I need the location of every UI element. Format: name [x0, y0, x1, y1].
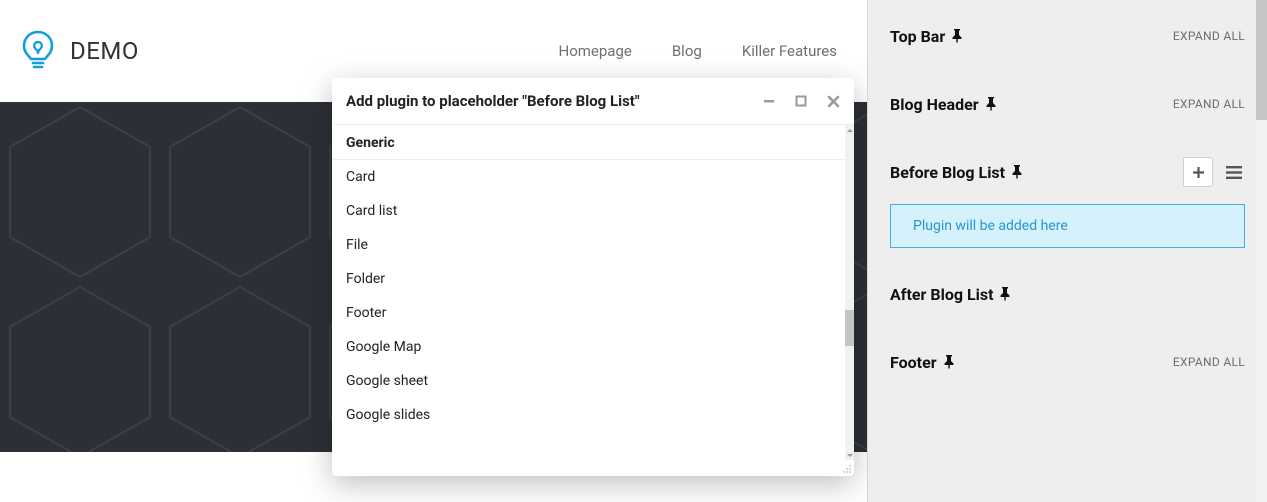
- expand-all-button[interactable]: EXPAND ALL: [1173, 97, 1245, 111]
- close-icon[interactable]: [826, 94, 840, 108]
- section-header[interactable]: Footer EXPAND ALL: [890, 340, 1245, 384]
- section-title-text: Footer: [890, 353, 937, 372]
- section-title-text: Before Blog List: [890, 163, 1005, 182]
- plugin-item[interactable]: Google Map: [332, 330, 845, 364]
- expand-all-button[interactable]: EXPAND ALL: [1173, 29, 1245, 43]
- section-after-blog-list: After Blog List: [868, 272, 1267, 316]
- plugin-item[interactable]: Folder: [332, 262, 845, 296]
- lightbulb-icon: [20, 30, 56, 72]
- modal-header[interactable]: Add plugin to placeholder "Before Blog L…: [332, 78, 854, 125]
- scrollbar-thumb[interactable]: [1256, 0, 1267, 120]
- modal-body: Generic Card Card list File Folder Foote…: [332, 125, 854, 476]
- section-top-bar: Top Bar EXPAND ALL: [868, 14, 1267, 58]
- modal-scrollbar[interactable]: [845, 125, 854, 460]
- pin-icon: [1011, 165, 1025, 179]
- section-header[interactable]: Before Blog List: [890, 150, 1245, 194]
- plugin-item[interactable]: Card list: [332, 194, 845, 228]
- plugin-item[interactable]: Card: [332, 160, 845, 194]
- add-plugin-button[interactable]: [1183, 157, 1213, 187]
- scroll-down-icon[interactable]: [845, 451, 854, 460]
- add-plugin-modal: Add plugin to placeholder "Before Blog L…: [332, 78, 854, 476]
- scrollbar-thumb[interactable]: [845, 310, 854, 346]
- menu-icon[interactable]: [1223, 166, 1245, 179]
- expand-all-button[interactable]: EXPAND ALL: [1173, 355, 1245, 369]
- section-header[interactable]: Blog Header EXPAND ALL: [890, 82, 1245, 126]
- nav-link-features[interactable]: Killer Features: [742, 42, 837, 60]
- nav-link-blog[interactable]: Blog: [672, 42, 702, 60]
- maximize-icon[interactable]: [794, 94, 808, 108]
- section-title-text: Top Bar: [890, 27, 945, 46]
- plugin-item[interactable]: Footer: [332, 296, 845, 330]
- scroll-up-icon[interactable]: [845, 125, 854, 134]
- minimize-icon[interactable]: [762, 94, 776, 108]
- structure-sidebar: Top Bar EXPAND ALL Blog Header EXPAND AL…: [867, 0, 1267, 502]
- resize-handle-icon[interactable]: [840, 462, 852, 474]
- section-before-blog-list: Before Blog List: [868, 150, 1267, 194]
- pin-icon: [999, 287, 1013, 301]
- plugin-drop-zone[interactable]: Plugin will be added here: [890, 204, 1245, 248]
- pin-icon: [985, 97, 999, 111]
- section-title-text: After Blog List: [890, 285, 993, 304]
- modal-title: Add plugin to placeholder "Before Blog L…: [346, 92, 640, 110]
- section-title-text: Blog Header: [890, 95, 979, 114]
- section-header[interactable]: After Blog List: [890, 272, 1245, 316]
- nav-links: Homepage Blog Killer Features: [559, 42, 848, 60]
- pin-icon: [943, 355, 957, 369]
- plugin-item[interactable]: Google sheet: [332, 364, 845, 398]
- section-footer: Footer EXPAND ALL: [868, 340, 1267, 384]
- brand[interactable]: DEMO: [20, 30, 139, 72]
- plugin-item[interactable]: File: [332, 228, 845, 262]
- pin-icon: [951, 29, 965, 43]
- nav-link-homepage[interactable]: Homepage: [559, 42, 632, 60]
- section-header[interactable]: Top Bar EXPAND ALL: [890, 14, 1245, 58]
- plugin-category-header: Generic: [332, 125, 845, 160]
- plugin-item[interactable]: Google slides: [332, 398, 845, 432]
- section-blog-header: Blog Header EXPAND ALL: [868, 82, 1267, 126]
- brand-text: DEMO: [70, 37, 139, 65]
- sidebar-scrollbar[interactable]: [1256, 0, 1267, 502]
